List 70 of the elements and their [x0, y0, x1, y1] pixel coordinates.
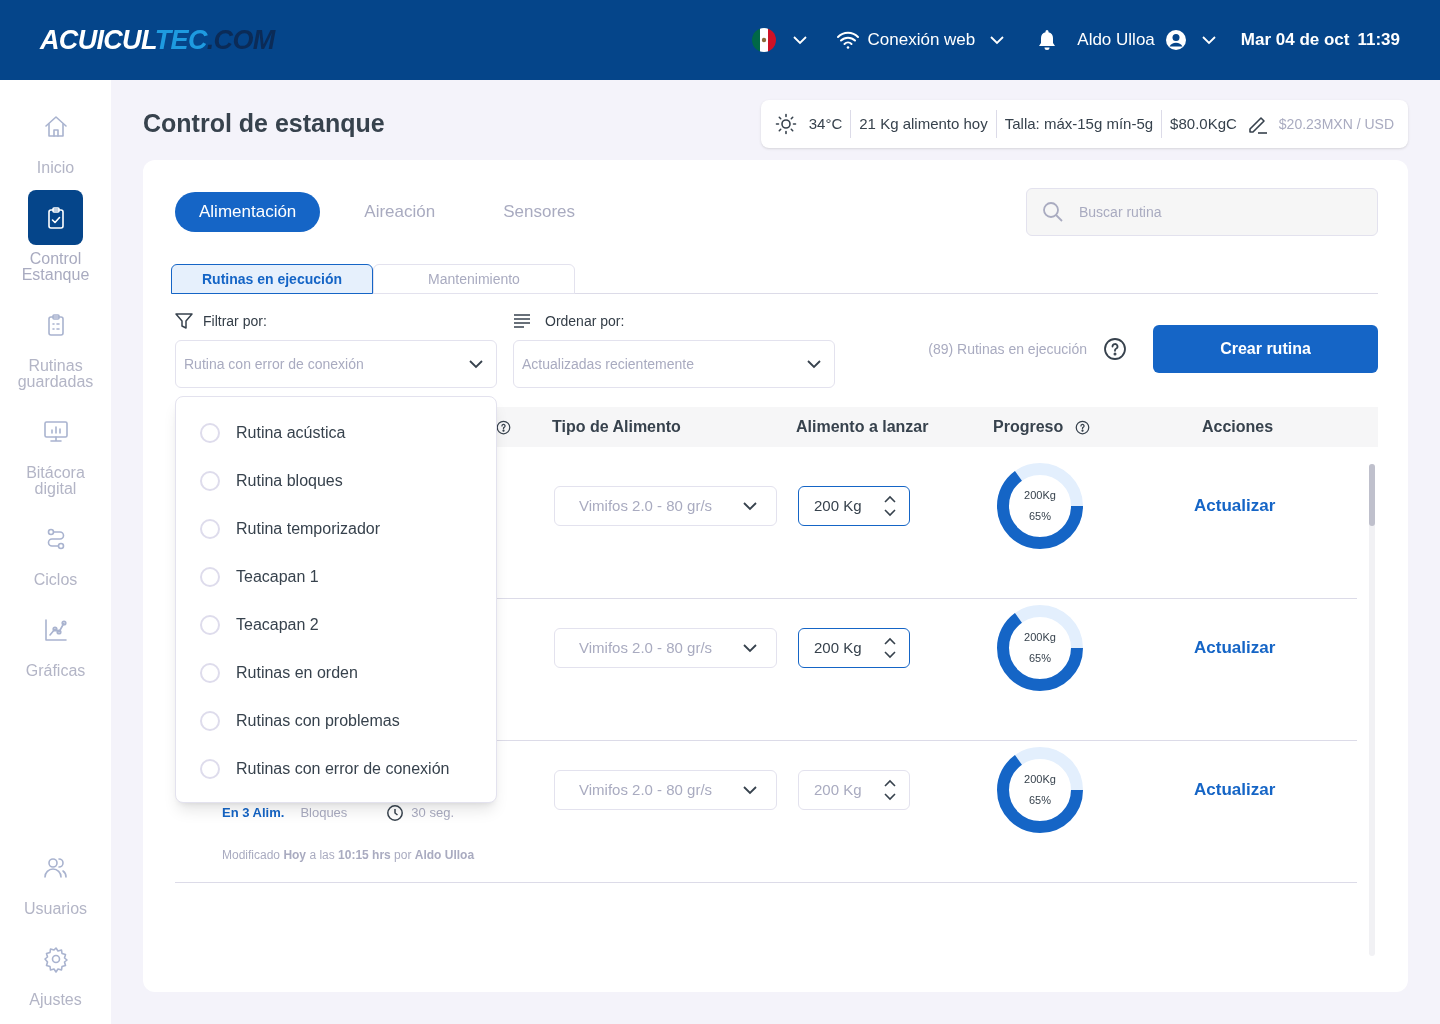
scrollbar-thumb[interactable] — [1369, 464, 1375, 526]
help-icon[interactable] — [1075, 419, 1091, 435]
progress-percent: 65% — [1029, 509, 1051, 524]
search-field[interactable]: Buscar rutina — [1026, 188, 1378, 236]
radio-button[interactable] — [200, 663, 220, 683]
filter-label: Filtrar por: — [203, 311, 267, 331]
wifi-icon — [835, 30, 860, 50]
amount-stepper[interactable]: 200 Kg — [798, 628, 910, 668]
radio-button[interactable] — [200, 615, 220, 635]
filter-option[interactable]: Teacapan 2 — [176, 601, 496, 649]
modified-text: Modificado Hoy a las 10:15 hrs por Aldo Ulloa — [222, 847, 476, 864]
temperature-text: 34°C — [808, 113, 844, 134]
date-text: Mar 04 de oct — [1240, 29, 1350, 52]
update-link[interactable]: Actualizar — [1194, 777, 1276, 803]
mode-text: Bloques — [300, 804, 348, 823]
update-link[interactable]: Actualizar — [1194, 635, 1276, 661]
stepper-arrows-icon[interactable] — [883, 494, 897, 518]
settings-icon — [41, 944, 70, 973]
column-header: Progreso — [993, 417, 1064, 437]
routine-count-text: (89) Rutinas en ejecución — [928, 339, 1087, 359]
help-icon[interactable] — [1103, 337, 1127, 361]
radio-button[interactable] — [200, 567, 220, 587]
column-header: Tipo de Alimento — [552, 417, 681, 437]
stepper-arrows-icon[interactable] — [883, 636, 897, 660]
progress-percent: 65% — [1029, 651, 1051, 666]
help-icon[interactable] — [496, 419, 511, 435]
filter-icon — [175, 312, 193, 330]
radio-button[interactable] — [200, 759, 220, 779]
feed-today-text: 21 Kg alimento hoy — [858, 113, 989, 134]
size-text: Talla: máx-15g mín-5g — [1003, 113, 1155, 134]
create-routine-button[interactable]: Crear rutina — [1153, 325, 1378, 373]
mexico-flag-icon — [751, 28, 776, 52]
filter-option[interactable]: Teacapan 1 — [176, 553, 496, 601]
sort-label: Ordenar por: — [545, 311, 625, 331]
progress-amount: 200Kg — [1024, 630, 1056, 645]
filter-option[interactable]: Rutina bloques — [176, 457, 496, 505]
search-icon — [1042, 201, 1064, 223]
page-title: Control de estanque — [143, 108, 385, 140]
filter-option[interactable]: Rutinas en orden — [176, 649, 496, 697]
filter-option[interactable]: Rutina temporizador — [176, 505, 496, 553]
progress-amount: 200Kg — [1024, 772, 1056, 787]
clock-icon — [387, 805, 404, 821]
subtab[interactable]: Rutinas en ejecución — [171, 264, 373, 294]
filter-option[interactable]: Rutinas con error de conexión — [176, 745, 496, 793]
sort-lines-icon — [513, 314, 531, 328]
time-text: 11:39 — [1357, 29, 1400, 52]
filter-option[interactable]: Rutina acústica — [176, 409, 496, 457]
bell-icon[interactable] — [1037, 29, 1058, 51]
exchange-rate-text: $20.23MXN / USD — [1278, 114, 1394, 134]
logo: ACUICULTEC.COM — [40, 26, 275, 54]
column-header: Acciones — [1202, 417, 1274, 437]
section-tab[interactable]: Alimentación — [175, 192, 321, 232]
amount-stepper[interactable]: 200 Kg — [798, 486, 910, 526]
radio-button[interactable] — [200, 519, 220, 539]
progress-amount: 200Kg — [1024, 488, 1056, 503]
price-text: $80.0KgC — [1169, 113, 1237, 134]
feeds-text: En 3 Alim. — [222, 804, 285, 823]
interval-text: 30 seg. — [411, 804, 454, 823]
stepper-arrows-icon[interactable] — [883, 778, 897, 802]
column-header: Alimento a lanzar — [796, 417, 929, 437]
user-name[interactable]: Aldo Ulloa — [1077, 27, 1155, 53]
sun-icon — [774, 113, 797, 135]
progress-percent: 65% — [1029, 793, 1051, 808]
update-link[interactable]: Actualizar — [1194, 493, 1276, 519]
radio-button[interactable] — [200, 711, 220, 731]
connection-dropdown[interactable]: Conexión web — [867, 27, 1006, 53]
radio-button[interactable] — [200, 423, 220, 443]
filter-option[interactable]: Rutinas con problemas — [176, 697, 496, 745]
radio-button[interactable] — [200, 471, 220, 491]
user-avatar-icon[interactable] — [1164, 29, 1187, 51]
